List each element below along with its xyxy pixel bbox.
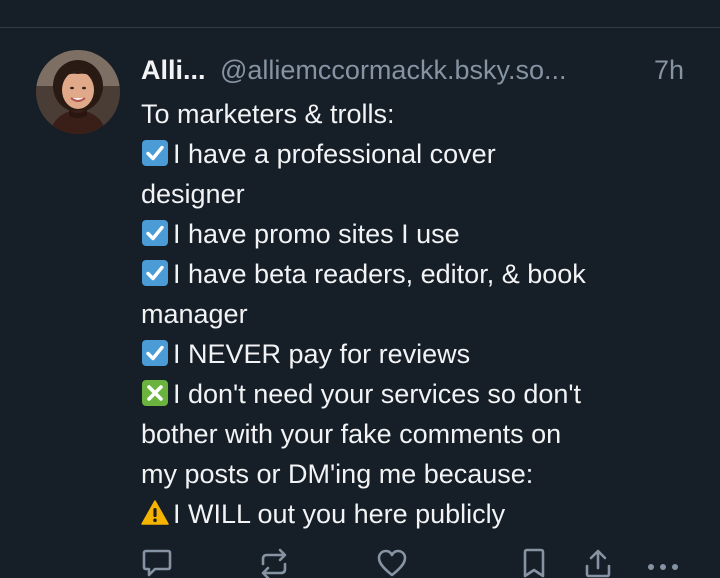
- post-timestamp[interactable]: 7h: [654, 52, 684, 88]
- post-text-line: I have beta readers, editor, & book: [141, 254, 701, 294]
- warning-icon: [141, 500, 169, 525]
- post-text-line: I don't need your services so don't: [141, 374, 701, 414]
- post-text-line: bother with your fake comments on: [141, 419, 562, 449]
- post-text: To marketers & trolls: I have a professi…: [141, 94, 701, 534]
- post-text-line: To marketers & trolls:: [141, 99, 395, 129]
- check-box-icon: [142, 220, 168, 246]
- check-box-icon: [142, 260, 168, 286]
- share-icon: [585, 549, 611, 578]
- post-text-line: I have promo sites I use: [141, 214, 701, 254]
- post-text-line: I have a professional cover: [141, 134, 701, 174]
- post-text-line: manager: [141, 299, 248, 329]
- post-text-line: I WILL out you here publicly: [141, 494, 701, 534]
- repost-icon: [261, 548, 287, 578]
- post-text-line: designer: [141, 179, 245, 209]
- like-icon: [377, 549, 407, 577]
- share-button[interactable]: [583, 548, 613, 578]
- bookmark-icon: [523, 548, 545, 578]
- cross-mark-icon: [142, 380, 168, 406]
- reply-icon: [142, 549, 172, 577]
- like-button[interactable]: [376, 548, 408, 578]
- avatar[interactable]: [36, 50, 120, 134]
- more-icon: [648, 564, 678, 570]
- more-options-button[interactable]: [646, 548, 680, 578]
- repost-button[interactable]: [258, 548, 290, 578]
- author-handle[interactable]: @alliemccormackk.bsky.so...: [220, 52, 566, 88]
- post-header: Alli... @alliemccormackk.bsky.so... 7h: [141, 52, 701, 88]
- check-box-icon: [142, 140, 168, 166]
- post-text-line: my posts or DM'ing me because:: [141, 459, 534, 489]
- avatar-image: [36, 50, 120, 134]
- post-text-line: I NEVER pay for reviews: [141, 334, 701, 374]
- post-card[interactable]: Alli... @alliemccormackk.bsky.so... 7h T…: [0, 28, 720, 578]
- bookmark-button[interactable]: [520, 548, 548, 578]
- reply-button[interactable]: [141, 548, 173, 578]
- check-box-icon: [142, 340, 168, 366]
- post-actions: [0, 548, 720, 578]
- author-display-name[interactable]: Alli...: [141, 52, 206, 88]
